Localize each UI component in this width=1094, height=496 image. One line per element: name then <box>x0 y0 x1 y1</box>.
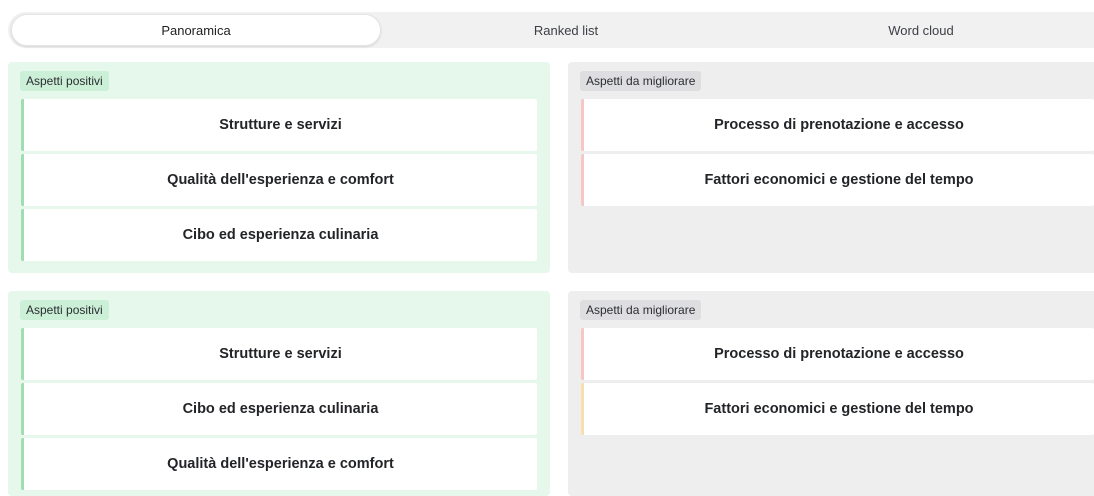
tab-ranked-list[interactable]: Ranked list <box>381 12 751 48</box>
improvement-aspect-card[interactable]: Fattori economici e gestione del tempo <box>581 154 1094 206</box>
positive-aspects-panel: Aspetti positivi Strutture e servizi Cib… <box>8 291 550 496</box>
improvement-aspects-panel: Aspetti da migliorare Processo di prenot… <box>568 62 1094 273</box>
positive-aspect-card[interactable]: Qualità dell'esperienza e comfort <box>21 154 537 206</box>
positive-aspects-badge: Aspetti positivi <box>20 71 109 91</box>
tab-word-cloud[interactable]: Word cloud <box>751 12 1091 48</box>
positive-aspect-card[interactable]: Strutture e servizi <box>21 99 537 151</box>
improvement-aspects-panel: Aspetti da migliorare Processo di prenot… <box>568 291 1094 496</box>
positive-aspects-panel: Aspetti positivi Strutture e servizi Qua… <box>8 62 550 273</box>
positive-aspect-card[interactable]: Cibo ed esperienza culinaria <box>21 209 537 261</box>
improvement-aspects-badge: Aspetti da migliorare <box>580 71 702 91</box>
tab-panoramica[interactable]: Panoramica <box>11 14 381 46</box>
positive-aspect-card[interactable]: Strutture e servizi <box>21 328 537 380</box>
view-tabs: Panoramica Ranked list Word cloud <box>8 12 1094 48</box>
improvement-aspects-badge: Aspetti da migliorare <box>580 300 702 320</box>
improvement-aspect-card[interactable]: Processo di prenotazione e accesso <box>581 99 1094 151</box>
positive-aspects-badge: Aspetti positivi <box>20 300 109 320</box>
improvement-aspect-card[interactable]: Fattori economici e gestione del tempo <box>581 383 1094 435</box>
positive-aspect-card[interactable]: Cibo ed esperienza culinaria <box>21 383 537 435</box>
improvement-aspect-card[interactable]: Processo di prenotazione e accesso <box>581 328 1094 380</box>
positive-aspect-card[interactable]: Qualità dell'esperienza e comfort <box>21 438 537 490</box>
